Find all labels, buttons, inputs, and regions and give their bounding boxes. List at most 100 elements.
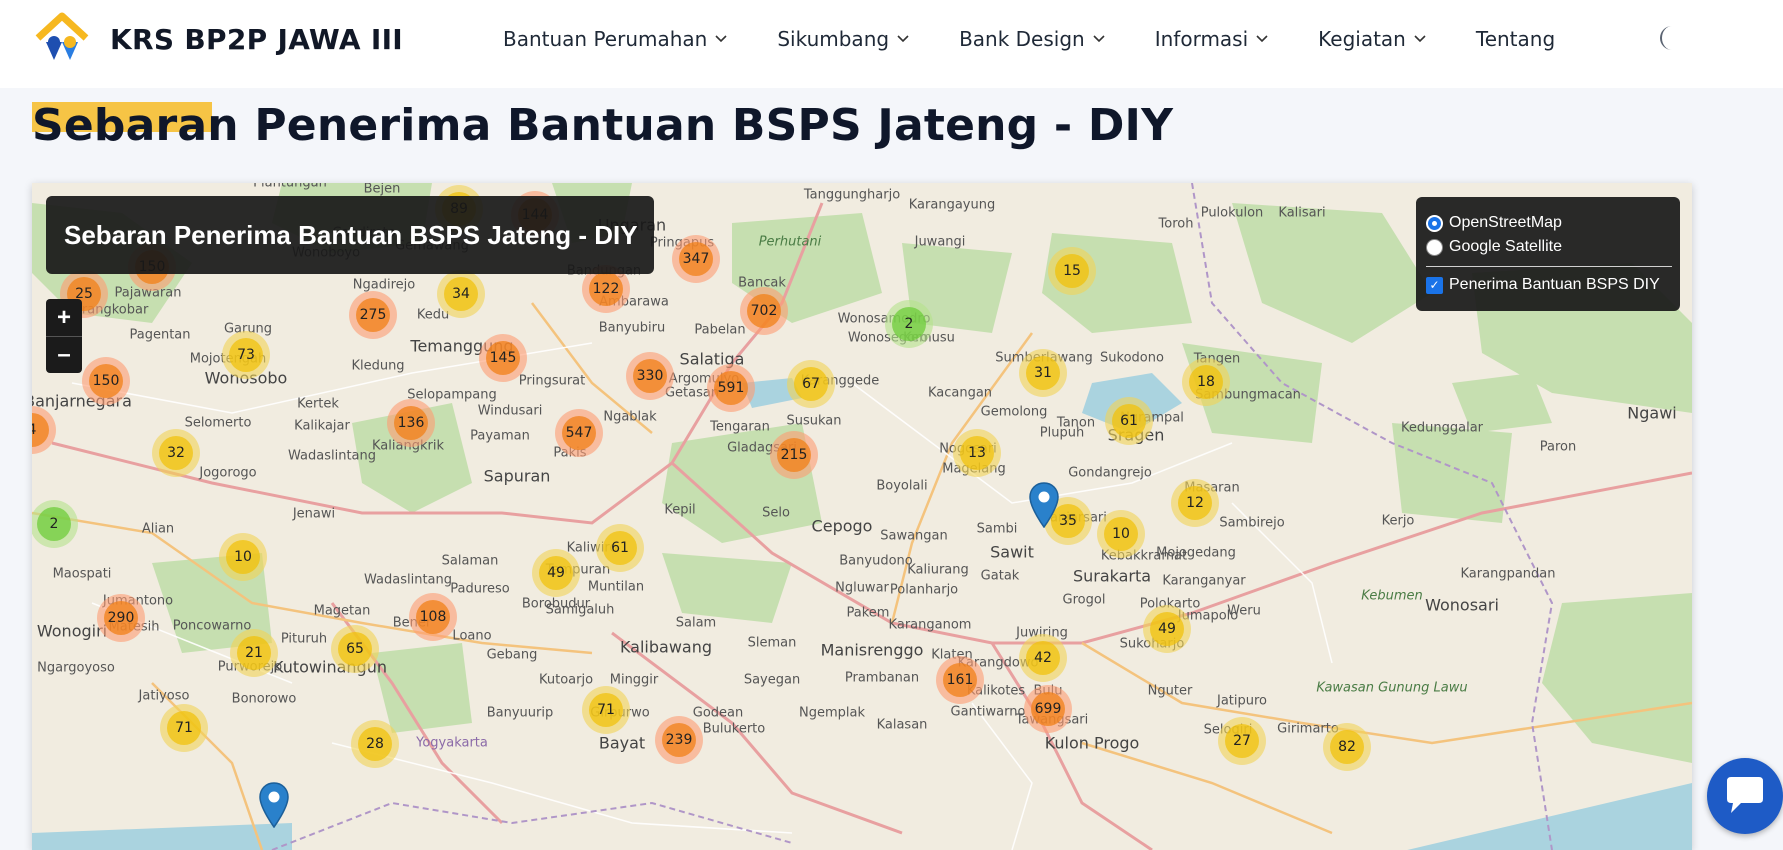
marker-cluster[interactable]: 82 [1323,723,1371,771]
moon-icon[interactable] [1655,23,1681,53]
nav-bantuan-perumahan[interactable]: Bantuan Perumahan [503,27,727,51]
marker-cluster[interactable]: 71 [582,686,630,734]
chevron-down-icon [897,35,909,43]
marker-cluster[interactable]: 49 [532,549,580,597]
marker-cluster[interactable]: 10 [219,533,267,581]
marker-cluster[interactable]: 65 [331,625,379,673]
marker-cluster[interactable]: 591 [707,364,755,412]
cluster-count: 27 [1225,724,1259,758]
overlay-label: Penerima Bantuan BSPS DIY [1449,276,1660,293]
cluster-count: 13 [960,436,994,470]
marker-cluster[interactable]: 15 [1048,247,1096,295]
marker-cluster[interactable]: 290 [97,594,145,642]
marker-cluster[interactable]: 2 [32,500,78,548]
cluster-count: 42 [1026,641,1060,675]
layer-openstreetmap[interactable]: OpenStreetMap [1426,211,1672,235]
cluster-count: 290 [104,601,138,635]
marker-cluster[interactable]: 347 [672,235,720,283]
marker-cluster[interactable]: 10 [1097,510,1145,558]
marker-cluster[interactable]: 31 [1019,349,1067,397]
nav-label: Bank Design [959,27,1085,51]
cluster-count: 2 [37,507,71,541]
cluster-count: 49 [539,556,573,590]
marker-cluster[interactable]: 49 [1143,605,1191,653]
marker-cluster[interactable]: 13 [953,429,1001,477]
cluster-count: 145 [486,341,520,375]
cluster-count: 4 [32,413,49,447]
cluster-count: 71 [167,711,201,745]
cluster-count: 330 [633,359,667,393]
marker-cluster[interactable]: 61 [596,524,644,572]
cluster-count: 122 [589,272,623,306]
top-navbar: KRS BP2P JAWA III Bantuan Perumahan Siku… [0,0,1783,88]
cluster-count: 31 [1026,356,1060,390]
cluster-count: 136 [394,406,428,440]
marker-cluster[interactable]: 71 [160,704,208,752]
radio-unselected[interactable] [1426,238,1443,256]
marker-cluster[interactable]: 73 [222,331,270,379]
marker-cluster[interactable]: 18 [1182,358,1230,406]
nav-label: Sikumbang [777,27,890,51]
chevron-down-icon [715,35,727,43]
marker-cluster[interactable]: 21 [230,629,278,677]
marker-cluster[interactable]: 108 [409,593,457,641]
nav-informasi[interactable]: Informasi [1155,27,1268,51]
page-title: Sebaran Penerima Bantuan BSPS Jateng - D… [32,100,1174,151]
cluster-count: 18 [1189,365,1223,399]
cluster-count: 82 [1330,730,1364,764]
radio-selected[interactable] [1426,214,1443,232]
marker-cluster[interactable]: 27 [1218,717,1266,765]
cluster-count: 67 [794,367,828,401]
marker-cluster[interactable]: 2 [885,300,933,348]
cluster-count: 2 [892,307,926,341]
cluster-count: 547 [562,416,596,450]
layer-google-satellite[interactable]: Google Satellite [1426,235,1672,259]
checkbox-checked-icon[interactable]: ✓ [1426,276,1443,294]
nav-label: Bantuan Perumahan [503,27,708,51]
nav-label: Kegiatan [1318,27,1406,51]
cluster-count: 21 [237,636,271,670]
marker-cluster[interactable]: 215 [770,431,818,479]
map-marker-icon[interactable] [259,782,289,828]
house-hands-logo-icon [35,12,89,60]
marker-cluster[interactable]: 145 [479,334,527,382]
marker-cluster[interactable]: 42 [1019,634,1067,682]
nav-bank-design[interactable]: Bank Design [959,27,1105,51]
cluster-count: 28 [358,727,392,761]
marker-cluster[interactable]: 239 [655,716,703,764]
marker-cluster[interactable]: 161 [936,656,984,704]
nav-tentang[interactable]: Tentang [1476,27,1555,51]
cluster-count: 73 [229,338,263,372]
zoom-out-button[interactable]: – [46,336,82,373]
nav-kegiatan[interactable]: Kegiatan [1318,27,1426,51]
cluster-count: 215 [777,438,811,472]
marker-cluster[interactable]: 61 [1105,397,1153,445]
marker-cluster[interactable]: 699 [1024,685,1072,733]
marker-cluster[interactable]: 67 [787,360,835,408]
chevron-down-icon [1414,35,1426,43]
zoom-control: + – [46,299,82,373]
marker-cluster[interactable]: 32 [152,429,200,477]
marker-cluster[interactable]: 12 [1171,479,1219,527]
overlay-penerima-bantuan[interactable]: ✓ Penerima Bantuan BSPS DIY [1426,273,1672,297]
brand-link[interactable]: KRS BP2P JAWA III [32,12,403,66]
cluster-count: 61 [603,531,637,565]
marker-cluster[interactable]: 702 [740,287,788,335]
nav-sikumbang[interactable]: Sikumbang [777,27,909,51]
chevron-down-icon [1256,35,1268,43]
map-marker-icon[interactable] [1029,482,1059,528]
marker-cluster[interactable]: 28 [351,720,399,768]
chat-button[interactable] [1707,758,1783,834]
marker-cluster[interactable]: 34 [437,270,485,318]
brand-name: KRS BP2P JAWA III [110,22,404,56]
marker-cluster[interactable]: 136 [387,399,435,447]
map-title-text: Sebaran Penerima Bantuan BSPS Jateng - D… [64,219,638,250]
map-container[interactable]: PlantunganBejenCandirotoGemawangUngaranT… [32,183,1692,850]
marker-cluster[interactable]: 150 [82,357,130,405]
cluster-count: 275 [356,298,390,332]
marker-cluster[interactable]: 275 [349,291,397,339]
cluster-count: 702 [747,294,781,328]
marker-cluster[interactable]: 330 [626,352,674,400]
zoom-in-button[interactable]: + [46,299,82,336]
marker-cluster[interactable]: 547 [555,409,603,457]
